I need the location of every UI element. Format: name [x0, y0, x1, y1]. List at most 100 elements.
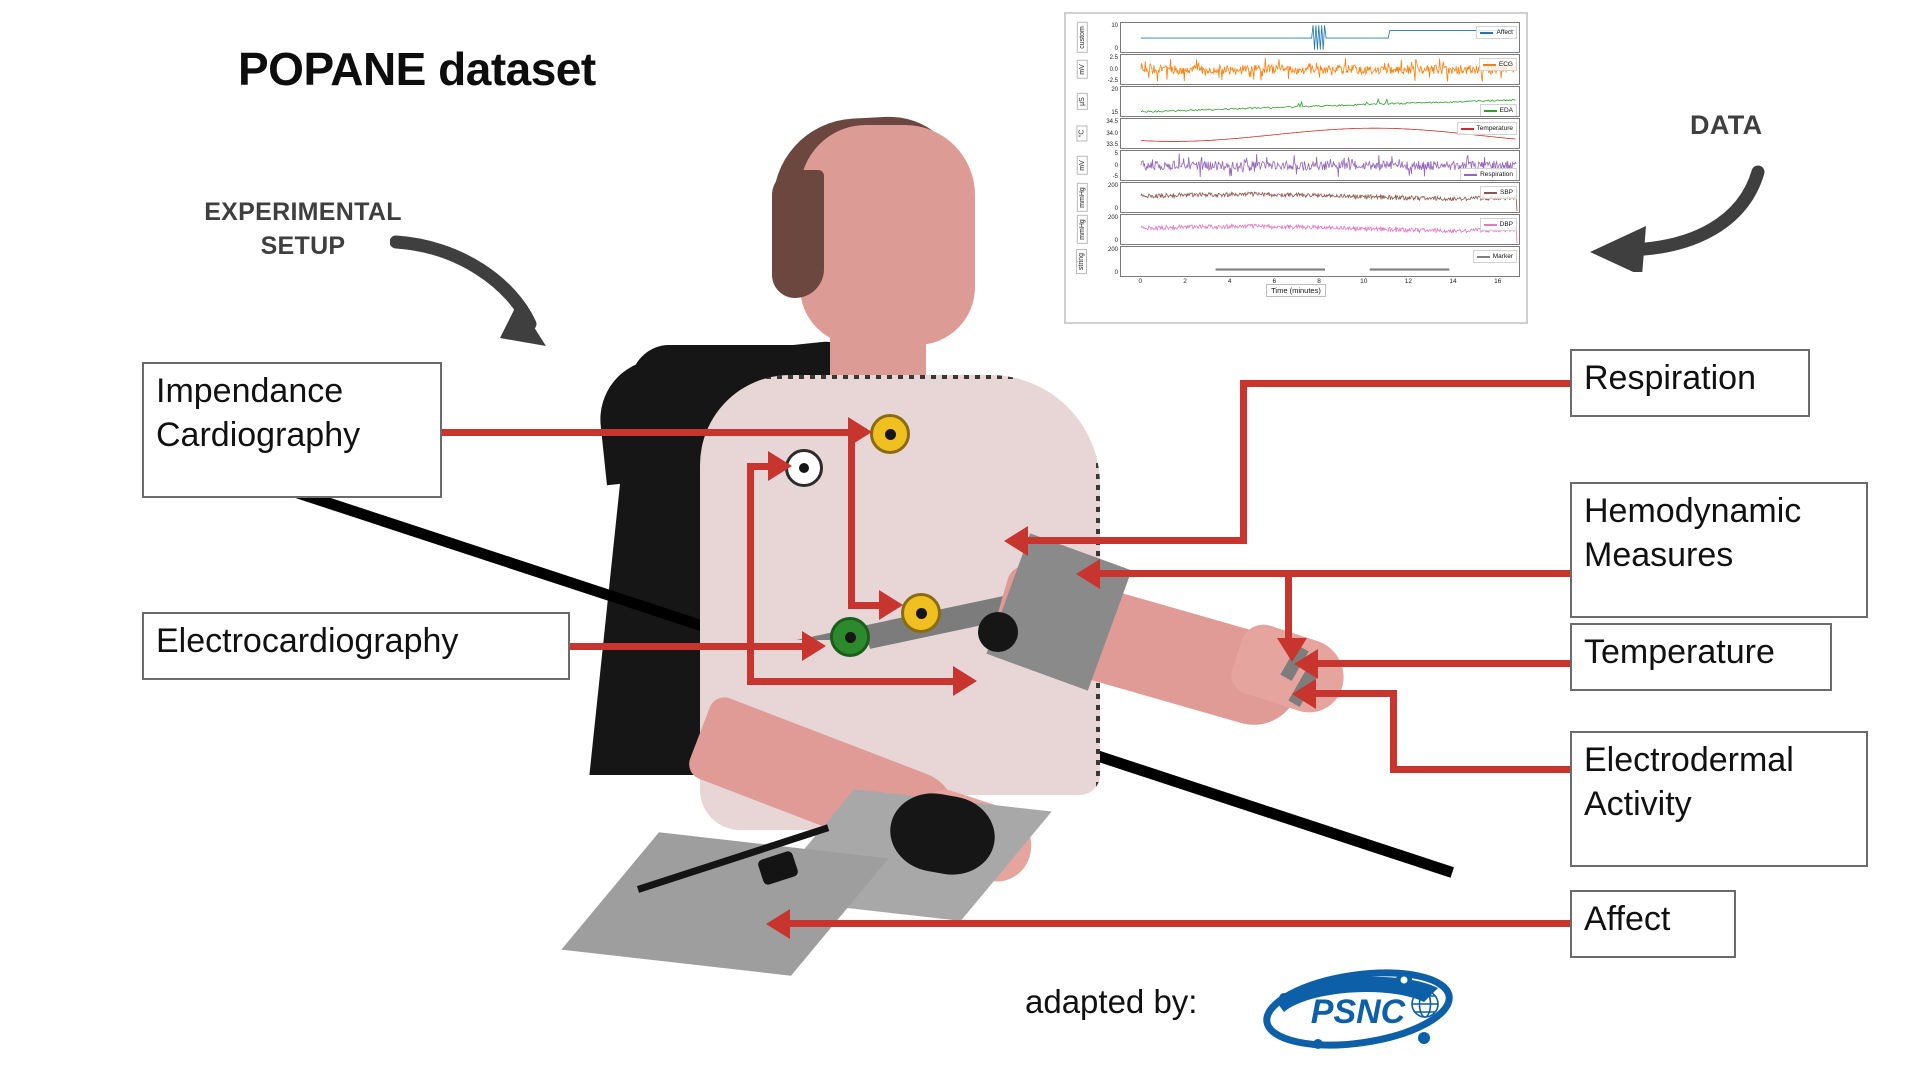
connector-affect	[790, 920, 1574, 927]
chart-y-axis-unit-text: mV	[1076, 60, 1088, 79]
chart-plot-area: Marker	[1120, 246, 1520, 277]
chart-panel-marker: string 200 0 Marker	[1072, 246, 1520, 277]
chart-y-axis-unit: mmHg	[1072, 214, 1092, 245]
chart-y-ticks: 2.5 0.0 -2.5	[1092, 54, 1120, 85]
chart-x-tick: 14	[1449, 278, 1457, 285]
chart-legend-label: DBP	[1499, 221, 1513, 228]
ecg-green-electrode	[830, 617, 870, 657]
psnc-logo-text: PSNC	[1311, 993, 1406, 1031]
chart-y-tick: 0.0	[1109, 66, 1118, 73]
chart-y-axis-unit: custom	[1072, 22, 1092, 53]
chart-y-tick: 5	[1114, 151, 1118, 157]
chart-plot-area: Affect	[1120, 22, 1520, 53]
connector-respiration-bottom	[1028, 537, 1246, 544]
connector-eda-left	[1316, 690, 1396, 697]
chart-panel-eda: µS 20 15 EDA	[1072, 86, 1520, 117]
chart-x-tick: 16	[1494, 278, 1502, 285]
psnc-logo: PSNC	[1263, 969, 1453, 1049]
chart-plot-area: ECG	[1120, 54, 1520, 85]
callout-temperature-label: Temperature	[1584, 633, 1775, 671]
callout-eda-line2: Activity	[1584, 784, 1692, 823]
experimental-setup-line1: EXPERIMENTAL	[204, 198, 402, 226]
arrowhead-eda	[1292, 679, 1316, 709]
chart-x-axis-label-text: Time (minutes)	[1266, 284, 1326, 297]
chart-y-tick: 200	[1107, 247, 1118, 253]
chart-y-tick: 0	[1114, 270, 1118, 276]
page-title: POPANE dataset	[238, 43, 596, 95]
affect-rating-device	[561, 832, 889, 976]
chart-legend-label: Respiration	[1480, 171, 1513, 178]
chart-legend-label: SBP	[1499, 189, 1513, 196]
chart-y-axis-unit: °C	[1072, 118, 1092, 149]
chart-y-axis-unit: mmHg	[1072, 182, 1092, 213]
chart-legend-label: Affect	[1496, 29, 1513, 36]
hair-side	[772, 170, 824, 298]
callout-respiration[interactable]: Respiration	[1570, 349, 1810, 417]
chart-y-tick: 2.5	[1109, 55, 1118, 61]
callout-temperature[interactable]: Temperature	[1570, 623, 1832, 691]
chart-y-tick: 34.0	[1106, 130, 1118, 137]
connector-hemodynamic	[1100, 570, 1572, 577]
chart-legend-swatch	[1476, 255, 1490, 258]
chart-legend-swatch	[1482, 63, 1496, 66]
chart-plot-area: SBP	[1120, 182, 1520, 213]
chart-y-axis-unit-text: mmHg	[1076, 215, 1088, 244]
chart-x-tick: 10	[1360, 278, 1368, 285]
chart-panel-temperature: °C 34.5 34.0 33.5 Temperature	[1072, 118, 1520, 149]
data-annotation: DATA	[1690, 110, 1763, 140]
chart-panel-ecg: mV 2.5 0.0 -2.5 ECG	[1072, 54, 1520, 85]
icg-upper-electrode	[870, 414, 910, 454]
chart-y-ticks: 34.5 34.0 33.5	[1092, 118, 1120, 149]
chart-y-tick: 15	[1111, 110, 1118, 116]
chart-y-tick: 200	[1107, 215, 1118, 221]
callout-affect[interactable]: Affect	[1570, 890, 1736, 958]
callout-icg-line1: Impendance	[156, 372, 344, 410]
chart-x-tick: 4	[1227, 278, 1232, 285]
chart-y-axis-unit-text: µS	[1076, 93, 1088, 110]
connector-ecg-black-horizontal	[747, 678, 959, 685]
chart-panel-dbp: mmHg 200 0 DBP	[1072, 214, 1520, 245]
connector-hemodynamic-finger-vertical	[1285, 570, 1292, 648]
chart-y-tick: -2.5	[1107, 78, 1118, 84]
chart-legend-swatch	[1483, 191, 1497, 194]
chart-legend-entry: Respiration	[1460, 168, 1517, 180]
chart-legend-label: Temperature	[1476, 125, 1514, 132]
chart-x-tick: 2	[1183, 278, 1187, 285]
arrowhead-ecg-green	[802, 631, 826, 661]
callout-impedance-cardiography[interactable]: Impendance Cardiography	[142, 362, 442, 498]
chart-y-tick: 33.5	[1106, 142, 1118, 148]
chart-plot-area: DBP	[1120, 214, 1520, 245]
chart-plot-area: Respiration	[1120, 150, 1520, 181]
chart-legend-swatch	[1483, 223, 1497, 226]
arrowhead-temperature	[1294, 649, 1318, 679]
callout-electrodermal-activity[interactable]: Electrodermal Activity	[1570, 731, 1868, 867]
chart-y-tick: 10	[1111, 23, 1118, 29]
callout-hemo-line2: Measures	[1584, 535, 1734, 574]
chart-legend-swatch	[1464, 173, 1478, 176]
connector-eda-vertical	[1390, 690, 1397, 773]
experimental-setup-curved-arrow	[390, 235, 546, 346]
chart-legend-entry: Affect	[1476, 26, 1517, 39]
chart-legend-entry: EDA	[1479, 104, 1517, 116]
callout-hemodynamic-measures[interactable]: Hemodynamic Measures	[1570, 482, 1868, 618]
chart-y-axis-unit-text: °C	[1076, 125, 1088, 142]
chart-legend-swatch	[1480, 31, 1494, 34]
chart-y-tick: 20	[1111, 87, 1118, 93]
chart-y-ticks: 200 0	[1092, 246, 1120, 277]
chart-x-axis-label: Time (minutes)	[1072, 284, 1520, 297]
chart-y-axis-unit: string	[1072, 246, 1092, 277]
chart-legend-label: ECG	[1498, 61, 1513, 68]
chart-y-tick: 34.5	[1106, 119, 1118, 125]
chart-legend-swatch	[1483, 109, 1497, 112]
chart-y-tick: -5	[1112, 174, 1118, 180]
callout-affect-label: Affect	[1584, 900, 1671, 938]
chart-panel-sbp: mmHg 200 0 SBP	[1072, 182, 1520, 213]
chart-panel-respiration: mV 5 0 -5 Respiration	[1072, 150, 1520, 181]
callout-icg-line2: Cardiography	[156, 415, 361, 454]
chart-y-axis-unit-text: string	[1076, 248, 1088, 275]
connector-temperature	[1318, 660, 1572, 667]
chart-x-tick: 12	[1404, 278, 1412, 285]
arrowhead-icg-white	[768, 451, 792, 481]
chart-y-tick: 0	[1114, 46, 1118, 52]
callout-electrocardiography[interactable]: Electrocardiography	[142, 612, 570, 680]
